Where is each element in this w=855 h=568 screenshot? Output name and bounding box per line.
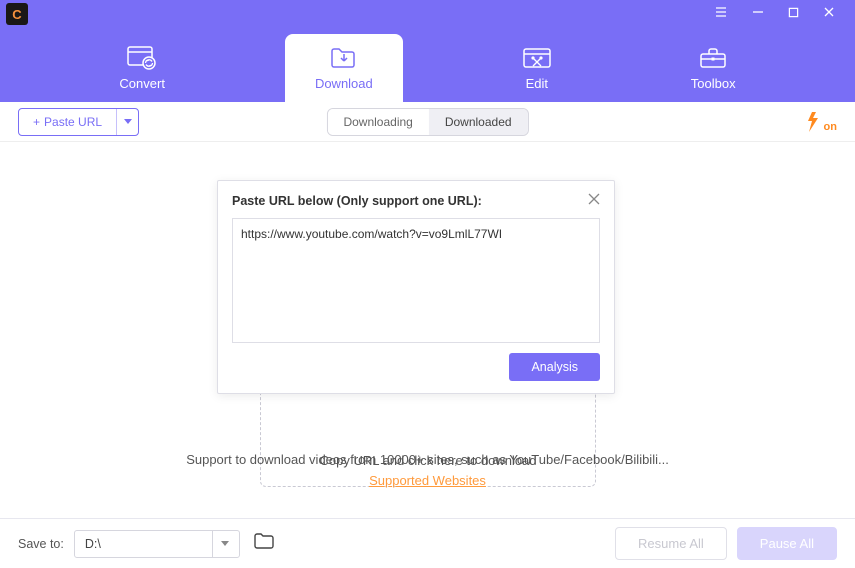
support-text: Support to download videos from 10000+ s… xyxy=(0,452,855,488)
convert-icon xyxy=(127,46,157,70)
tab-toolbox[interactable]: Toolbox xyxy=(671,34,756,102)
tab-label: Toolbox xyxy=(691,76,736,91)
minimize-icon[interactable] xyxy=(752,5,764,23)
folder-icon xyxy=(254,533,274,549)
main-tabs: Convert Download Edit Toolbox xyxy=(0,28,855,102)
window-controls xyxy=(714,5,851,24)
maximize-icon[interactable] xyxy=(788,5,799,23)
analysis-button[interactable]: Analysis xyxy=(509,353,600,381)
tab-convert[interactable]: Convert xyxy=(99,34,185,102)
paste-url-dialog: Paste URL below (Only support one URL): … xyxy=(217,180,615,394)
tab-label: Convert xyxy=(119,76,165,91)
dialog-close-button[interactable] xyxy=(588,193,600,208)
footer-bar: Save to: D:\ Resume All Pause All xyxy=(0,518,855,568)
resume-all-button[interactable]: Resume All xyxy=(615,527,727,560)
save-to-label: Save to: xyxy=(18,537,64,551)
save-path-value: D:\ xyxy=(85,537,101,551)
paste-url-dropdown[interactable] xyxy=(116,109,138,135)
sub-toolbar: + Paste URL Downloading Downloaded on xyxy=(0,102,855,142)
menu-icon[interactable] xyxy=(714,5,728,24)
tab-edit[interactable]: Edit xyxy=(503,34,571,102)
dialog-footer: Analysis xyxy=(232,353,600,381)
close-icon xyxy=(588,193,600,205)
dialog-title: Paste URL below (Only support one URL): xyxy=(232,194,482,208)
pause-all-button[interactable]: Pause All xyxy=(737,527,837,560)
supported-websites-link[interactable]: Supported Websites xyxy=(0,473,855,488)
segment-downloading[interactable]: Downloading xyxy=(327,109,428,135)
tab-label: Edit xyxy=(526,76,548,91)
segment-downloaded[interactable]: Downloaded xyxy=(429,109,528,135)
download-icon xyxy=(330,46,358,70)
plus-icon: + xyxy=(33,115,40,129)
toolbox-icon xyxy=(699,46,727,70)
tab-label: Download xyxy=(315,76,373,91)
edit-icon xyxy=(523,46,551,70)
title-bar: C xyxy=(0,0,855,28)
save-path-dropdown[interactable]: D:\ xyxy=(74,530,240,558)
brand-badge: on xyxy=(802,110,837,134)
close-icon[interactable] xyxy=(823,5,835,23)
chevron-down-icon xyxy=(212,531,229,557)
tab-download[interactable]: Download xyxy=(285,34,403,102)
chevron-down-icon xyxy=(124,119,132,124)
open-folder-button[interactable] xyxy=(254,533,274,554)
app-logo: C xyxy=(6,3,28,25)
paste-url-group: + Paste URL xyxy=(18,108,139,136)
dialog-header: Paste URL below (Only support one URL): xyxy=(232,193,600,208)
paste-url-label: Paste URL xyxy=(44,115,102,129)
download-state-segment: Downloading Downloaded xyxy=(326,108,528,136)
url-input[interactable] xyxy=(232,218,600,343)
paste-url-button[interactable]: + Paste URL xyxy=(19,109,116,135)
